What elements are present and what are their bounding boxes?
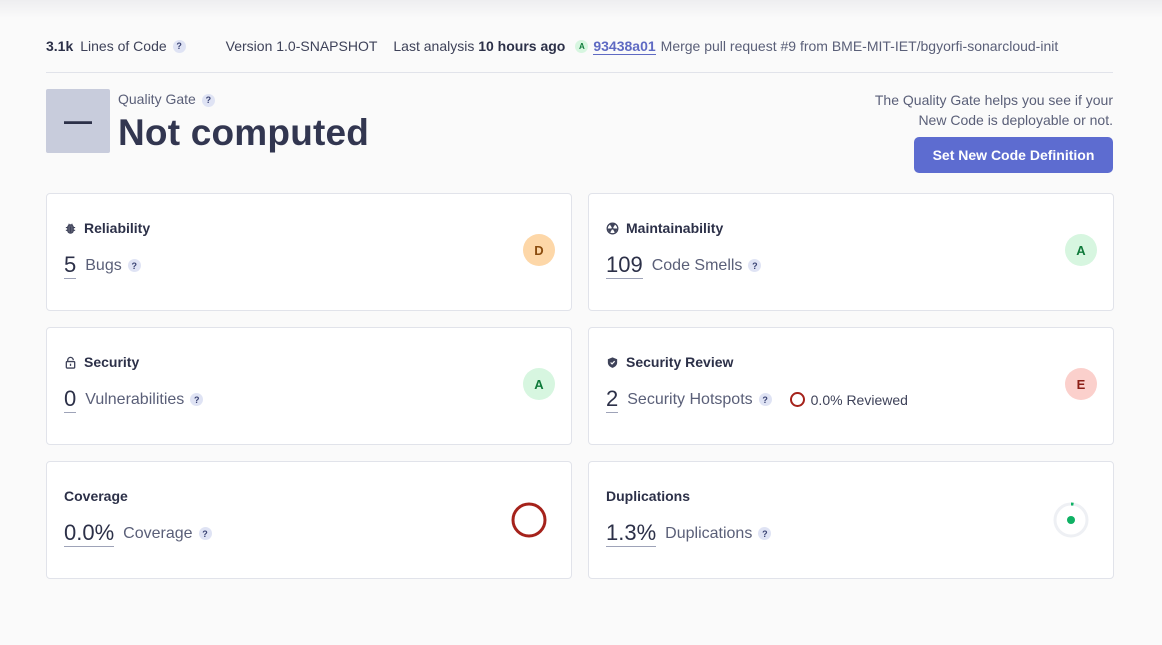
coverage-value-link[interactable]: 0.0%	[64, 520, 115, 547]
quality-gate-info: The Quality Gate helps you see if your N…	[813, 90, 1113, 130]
card-title-text: Security Review	[626, 354, 734, 370]
help-icon[interactable]: ?	[758, 393, 772, 406]
bugs-label: Bugs	[85, 256, 122, 274]
duplications-label: Duplications	[665, 524, 753, 542]
hotspots-reviewed: 0.0% Reviewed	[789, 391, 908, 408]
card-metric: 0 Vulnerabilities ?	[64, 386, 204, 413]
help-icon[interactable]: ?	[198, 527, 212, 540]
reliability-card: Reliability 5 Bugs ? D	[46, 193, 572, 311]
lines-of-code-value: 3.1k	[46, 38, 74, 54]
bug-icon	[65, 223, 76, 234]
maintainability-rating-badge[interactable]: A	[1065, 234, 1097, 266]
card-metric: 2 Security Hotspots ? 0.0% Reviewed	[606, 386, 908, 413]
code-smells-label: Code Smells	[651, 256, 743, 274]
security-hotspots-label: Security Hotspots	[627, 390, 753, 408]
set-new-code-definition-button[interactable]: Set New Code Definition	[914, 137, 1113, 173]
help-icon[interactable]: ?	[201, 93, 215, 107]
card-metric: 109 Code Smells ?	[606, 252, 762, 279]
help-icon[interactable]: ?	[748, 259, 762, 272]
commit-hash-link[interactable]: 93438a01	[593, 38, 656, 55]
card-title: Coverage	[64, 488, 128, 504]
last-analysis-prefix: Last analysis	[393, 38, 475, 54]
quality-gate-status-icon: —	[46, 89, 110, 153]
help-icon[interactable]: ?	[758, 527, 772, 540]
security-rating-badge[interactable]: A	[523, 368, 555, 400]
maintainability-card: Maintainability 109 Code Smells ? A	[588, 193, 1114, 311]
card-metric: 0.0% Coverage ?	[64, 520, 212, 547]
version-label: Version 1.0-SNAPSHOT	[225, 38, 378, 54]
card-title: Maintainability	[606, 220, 723, 236]
quality-gate-label: Quality Gate?	[118, 91, 215, 107]
hotspots-reviewed-text: 0.0% Reviewed	[810, 391, 908, 408]
commit-message: Merge pull request #9 from BME-MIT-IET/b…	[660, 38, 1059, 54]
card-title-text: Duplications	[606, 488, 691, 504]
last-analysis: Last analysis 10 hours ago	[393, 38, 565, 54]
code-smells-value-link[interactable]: 109	[606, 252, 643, 279]
radiation-icon	[606, 222, 619, 234]
coverage-label: Coverage	[123, 524, 193, 542]
divider	[46, 72, 1113, 73]
security-card: Security 0 Vulnerabilities ? A	[46, 327, 572, 445]
quality-gate-dash: —	[64, 105, 92, 136]
card-metric: 5 Bugs ?	[64, 252, 141, 279]
card-title: Reliability	[64, 220, 150, 236]
coverage-donut-icon	[511, 502, 547, 538]
card-title: Security Review	[606, 354, 733, 370]
shield-icon	[607, 356, 618, 368]
help-icon[interactable]: ?	[172, 39, 186, 53]
card-title-text: Coverage	[64, 488, 128, 504]
last-analysis-time: 10 hours ago	[478, 38, 566, 54]
help-icon[interactable]: ?	[190, 393, 204, 406]
coverage-card: Coverage 0.0% Coverage ?	[46, 461, 572, 579]
duplications-donut-icon	[1053, 502, 1089, 538]
quality-gate-label-text: Quality Gate	[118, 91, 196, 107]
reviewed-ring-icon	[789, 392, 805, 407]
quality-gate-mini-badge: A	[575, 39, 589, 53]
card-title-text: Reliability	[84, 220, 151, 236]
duplications-card: Duplications 1.3% Duplications ?	[588, 461, 1114, 579]
card-title-text: Maintainability	[626, 220, 724, 236]
lines-of-code-label: Lines of Code	[80, 38, 167, 54]
lock-icon	[65, 356, 76, 369]
vulnerabilities-value-link[interactable]: 0	[64, 386, 77, 413]
quality-gate-info-line2: New Code is deployable or not.	[918, 112, 1113, 128]
card-title: Security	[64, 354, 139, 370]
vulnerabilities-label: Vulnerabilities	[85, 390, 185, 408]
top-shadow	[0, 0, 1162, 18]
security-review-rating-badge[interactable]: E	[1065, 368, 1097, 400]
reliability-rating-badge[interactable]: D	[523, 234, 555, 266]
bugs-value-link[interactable]: 5	[64, 252, 77, 279]
analysis-meta-bar: 3.1k Lines of Code ? Version 1.0-SNAPSHO…	[46, 36, 1113, 56]
card-title: Duplications	[606, 488, 690, 504]
help-icon[interactable]: ?	[127, 259, 141, 272]
security-hotspots-value-link[interactable]: 2	[606, 386, 619, 413]
security-review-card: Security Review 2 Security Hotspots ? 0.…	[588, 327, 1114, 445]
quality-gate-status: Not computed	[118, 112, 370, 153]
card-title-text: Security	[84, 354, 140, 370]
card-metric: 1.3% Duplications ?	[606, 520, 772, 547]
quality-gate-info-line1: The Quality Gate helps you see if your	[874, 92, 1113, 108]
duplications-value-link[interactable]: 1.3%	[606, 520, 657, 547]
